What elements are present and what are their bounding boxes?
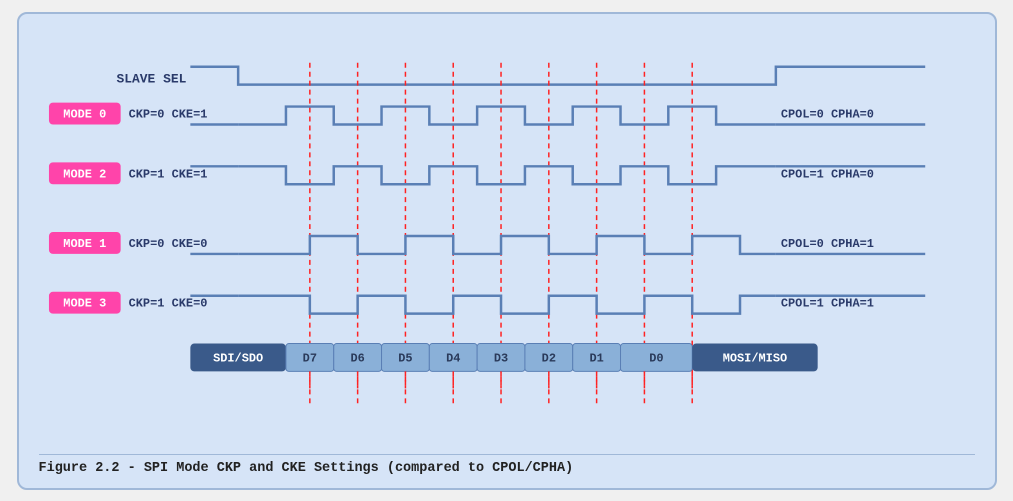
mode3-cpol: CPOL=1 CPHA=1 [780,296,873,310]
waveform-area: SLAVE SEL MODE 0 CKP=0 CKE=1 [39,32,975,446]
mode0-cpol: CPOL=0 CPHA=0 [780,107,873,121]
mode3-params: CKP=1 CKE=0 [128,296,207,310]
d3-label: D3 [493,351,507,365]
mosi-miso-label: MOSI/MISO [722,351,786,365]
d7-label: D7 [302,351,316,365]
d2-label: D2 [541,351,555,365]
d1-label: D1 [589,351,603,365]
mode2-label: MODE 2 [63,167,106,181]
slave-sel-wave [190,66,925,84]
mode2-params: CKP=1 CKE=1 [128,167,207,181]
mode0-label: MODE 0 [63,107,106,121]
d4-label: D4 [446,351,460,365]
mode2-wave [238,166,776,184]
outer-container: SLAVE SEL MODE 0 CKP=0 CKE=1 [17,12,997,490]
mode1-params: CKP=0 CKE=0 [128,236,207,250]
mode1-wave [238,236,776,254]
figure-caption: Figure 2.2 - SPI Mode CKP and CKE Settin… [39,454,975,476]
mode0-wave [238,106,776,124]
d0-label: D0 [649,351,663,365]
d5-label: D5 [398,351,412,365]
mode1-label: MODE 1 [63,236,106,250]
slave-sel-label: SLAVE SEL [116,71,186,86]
mode3-label: MODE 3 [63,296,106,310]
d6-label: D6 [350,351,364,365]
waveform-svg: SLAVE SEL MODE 0 CKP=0 CKE=1 [39,32,975,446]
mode0-params: CKP=0 CKE=1 [128,107,207,121]
mode1-cpol: CPOL=0 CPHA=1 [780,236,873,250]
sdi-sdo-label: SDI/SDO [213,351,263,365]
mode2-cpol: CPOL=1 CPHA=0 [780,167,873,181]
mode3-wave [238,295,776,313]
